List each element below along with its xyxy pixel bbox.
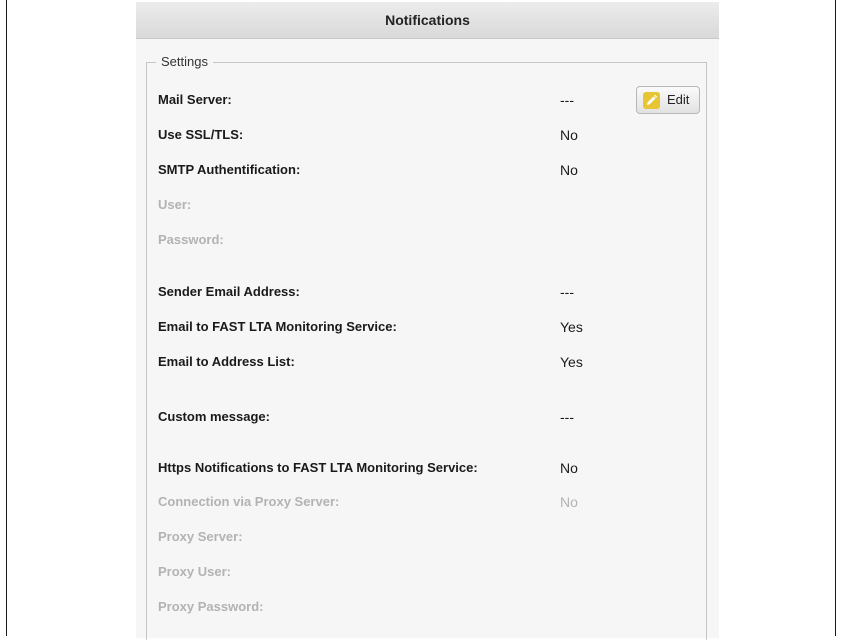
smtp-authentification-value: No <box>560 162 578 178</box>
row-use-ssl-tls: Use SSL/TLS: No <box>136 125 719 145</box>
pencil-icon <box>643 92 660 109</box>
email-monitoring-value: Yes <box>560 319 583 335</box>
row-proxy-user: Proxy User: <box>136 562 719 582</box>
custom-message-value: --- <box>560 409 574 425</box>
row-proxy-server: Proxy Server: <box>136 527 719 547</box>
settings-legend: Settings <box>156 53 213 71</box>
mail-server-label: Mail Server: <box>158 92 232 107</box>
row-proxy-password: Proxy Password: <box>136 597 719 617</box>
email-address-list-label: Email to Address List: <box>158 354 295 369</box>
user-label: User: <box>158 197 192 212</box>
mail-server-value: --- <box>560 92 574 108</box>
settings-fieldset <box>146 62 707 640</box>
use-ssl-tls-value: No <box>560 127 578 143</box>
row-proxy-connection: Connection via Proxy Server: No <box>136 492 719 512</box>
row-user: User: <box>136 195 719 215</box>
proxy-connection-label: Connection via Proxy Server: <box>158 494 340 509</box>
proxy-user-label: Proxy User: <box>158 564 231 579</box>
row-mail-server: Mail Server: --- <box>136 90 719 110</box>
panel-title: Notifications <box>136 2 719 39</box>
row-email-monitoring: Email to FAST LTA Monitoring Service: Ye… <box>136 317 719 337</box>
row-sender-email: Sender Email Address: --- <box>136 282 719 302</box>
https-notifications-value: No <box>560 460 578 476</box>
row-https-notifications: Https Notifications to FAST LTA Monitori… <box>136 458 719 478</box>
sender-email-value: --- <box>560 284 574 300</box>
https-notifications-label: Https Notifications to FAST LTA Monitori… <box>158 460 478 475</box>
smtp-authentification-label: SMTP Authentification: <box>158 162 301 177</box>
row-smtp-authentification: SMTP Authentification: No <box>136 160 719 180</box>
row-custom-message: Custom message: --- <box>136 407 719 427</box>
proxy-connection-value: No <box>560 494 578 510</box>
row-password: Password: <box>136 230 719 250</box>
email-monitoring-label: Email to FAST LTA Monitoring Service: <box>158 319 397 334</box>
custom-message-label: Custom message: <box>158 409 270 424</box>
use-ssl-tls-label: Use SSL/TLS: <box>158 127 244 142</box>
row-email-address-list: Email to Address List: Yes <box>136 352 719 372</box>
sender-email-label: Sender Email Address: <box>158 284 300 299</box>
password-label: Password: <box>158 232 224 247</box>
notifications-panel: Notifications Settings Mail Server: --- … <box>136 2 719 640</box>
edit-button[interactable]: Edit <box>636 86 700 114</box>
edit-button-label: Edit <box>667 92 690 107</box>
proxy-password-label: Proxy Password: <box>158 599 264 614</box>
email-address-list-value: Yes <box>560 354 583 370</box>
proxy-server-label: Proxy Server: <box>158 529 243 544</box>
